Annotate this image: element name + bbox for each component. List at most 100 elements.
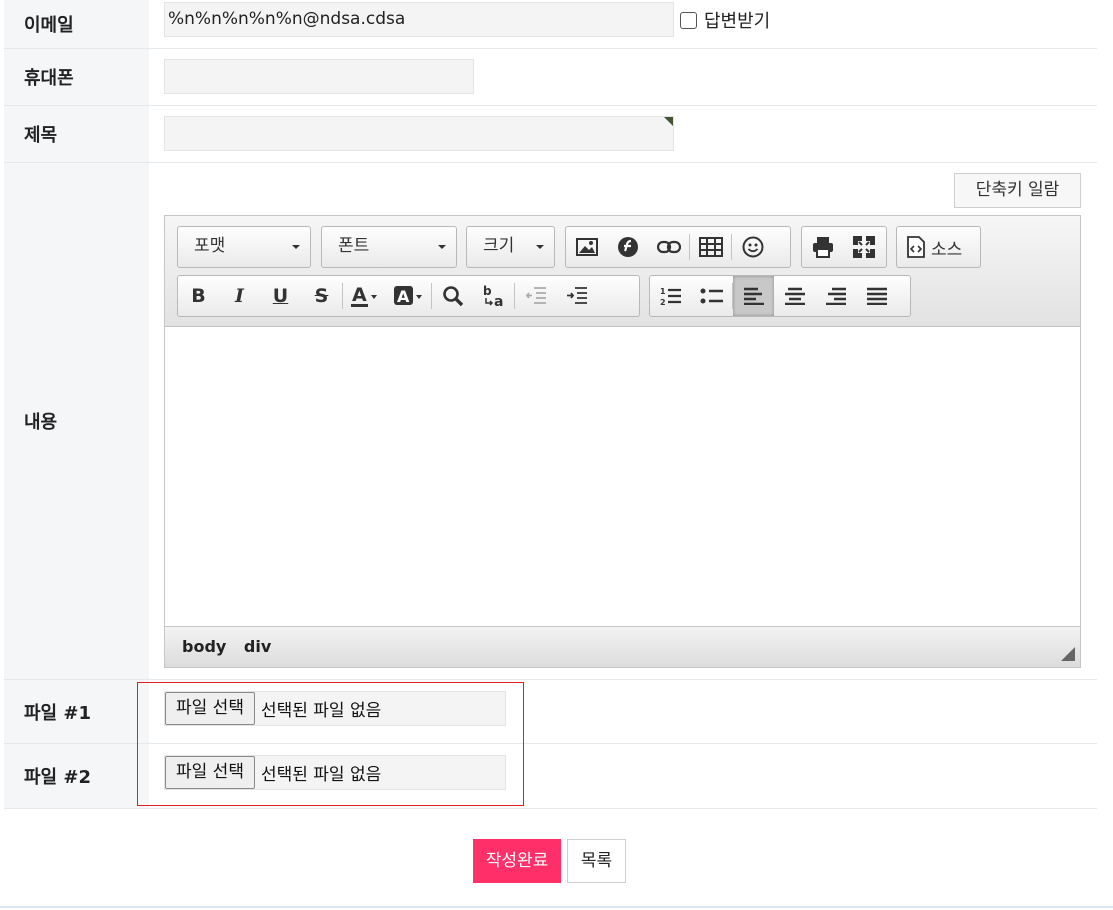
- editor-content-area[interactable]: [165, 327, 1080, 627]
- maximize-button[interactable]: [843, 227, 884, 267]
- justify-button[interactable]: [856, 276, 897, 316]
- smiley-button[interactable]: [732, 227, 773, 267]
- background-color-button[interactable]: A: [387, 276, 431, 316]
- reply-option[interactable]: 답변받기: [680, 7, 770, 33]
- insert-group: [565, 226, 791, 268]
- svg-text:1: 1: [660, 287, 666, 296]
- align-left-button[interactable]: [733, 276, 774, 316]
- numbered-list-icon: 12: [660, 287, 681, 306]
- link-icon: [656, 240, 681, 254]
- maximize-icon: [852, 236, 875, 258]
- strikethrough-button[interactable]: S: [301, 276, 342, 316]
- file2-row: 파일 #2 파일 선택 선택된 파일 없음: [4, 744, 1097, 809]
- flash-button[interactable]: [607, 227, 648, 267]
- align-center-button[interactable]: [774, 276, 815, 316]
- path-div[interactable]: div: [244, 637, 271, 656]
- text-color-icon: A: [351, 284, 377, 307]
- chevron-down-icon: [292, 245, 300, 249]
- justify-icon: [866, 287, 887, 305]
- print-button[interactable]: [802, 227, 843, 267]
- flash-icon: [617, 237, 638, 257]
- underline-icon: U: [272, 285, 289, 307]
- submit-button[interactable]: 작성완료: [473, 839, 561, 883]
- search-icon: [442, 286, 463, 307]
- underline-button[interactable]: U: [260, 276, 301, 316]
- svg-text:2: 2: [660, 298, 666, 306]
- email-label: 이메일: [4, 0, 149, 48]
- file1-choose-button[interactable]: 파일 선택: [165, 692, 255, 725]
- font-combo-label: 폰트: [338, 236, 370, 256]
- phone-label: 휴대폰: [4, 49, 149, 105]
- file1-label: 파일 #1: [4, 680, 149, 743]
- align-left-icon: [743, 287, 764, 305]
- phone-row: 휴대폰: [4, 49, 1097, 106]
- required-marker-icon: [664, 117, 673, 126]
- find-button[interactable]: [432, 276, 473, 316]
- smiley-icon: [742, 236, 763, 258]
- italic-icon: I: [235, 285, 244, 307]
- source-group[interactable]: 소스: [896, 226, 981, 268]
- editor-toolbar: 포맷 폰트 크기 소스 B I U S A A b a 1 2: [165, 216, 1080, 327]
- svg-text:b: b: [483, 284, 492, 298]
- text-color-button[interactable]: A: [343, 276, 387, 316]
- file2-choose-button[interactable]: 파일 선택: [165, 756, 255, 789]
- shortcut-list-button[interactable]: 단축키 일람: [954, 173, 1081, 208]
- font-combo[interactable]: 폰트: [321, 226, 457, 268]
- content-row: 내용 단축키 일람 포맷 폰트 크기 소스 B I U S A A b a 1 …: [4, 163, 1097, 680]
- resize-handle-icon[interactable]: [1061, 647, 1075, 661]
- italic-button[interactable]: I: [219, 276, 260, 316]
- file1-input[interactable]: 파일 선택 선택된 파일 없음: [164, 691, 506, 726]
- align-center-icon: [784, 287, 805, 305]
- reply-checkbox[interactable]: [680, 11, 697, 29]
- svg-text:a: a: [494, 294, 503, 308]
- strikethrough-icon: S: [314, 285, 329, 307]
- size-combo[interactable]: 크기: [466, 226, 555, 268]
- bold-button[interactable]: B: [178, 276, 219, 316]
- print-icon: [812, 237, 833, 258]
- file1-status: 선택된 파일 없음: [260, 701, 382, 721]
- svg-text:A: A: [397, 287, 410, 306]
- indent-button[interactable]: [556, 276, 597, 316]
- reply-label[interactable]: 답변받기: [704, 7, 770, 33]
- email-input[interactable]: %n%n%n%n%n@ndsa.cdsa: [164, 2, 674, 37]
- image-button[interactable]: [566, 227, 607, 267]
- list-align-group: 12: [649, 275, 911, 317]
- format-combo[interactable]: 포맷: [177, 226, 311, 268]
- size-combo-label: 크기: [483, 236, 515, 256]
- editor-status-path: body div: [165, 626, 1080, 667]
- email-row: 이메일 %n%n%n%n%n@ndsa.cdsa 답변받기: [4, 0, 1097, 49]
- background-color-icon: A: [394, 286, 422, 306]
- file1-row: 파일 #1 파일 선택 선택된 파일 없음: [4, 680, 1097, 744]
- file2-input[interactable]: 파일 선택 선택된 파일 없음: [164, 755, 506, 790]
- svg-text:A: A: [352, 284, 367, 306]
- list-button[interactable]: 목록: [567, 839, 626, 883]
- subject-row: 제목: [4, 106, 1097, 163]
- image-icon: [575, 238, 598, 256]
- numbered-list-button[interactable]: 12: [650, 276, 691, 316]
- outdent-button[interactable]: [515, 276, 556, 316]
- footer-divider: [0, 906, 1113, 908]
- file2-label: 파일 #2: [4, 744, 149, 808]
- align-right-icon: [825, 287, 846, 305]
- subject-label: 제목: [4, 106, 149, 162]
- link-button[interactable]: [648, 227, 689, 267]
- replace-button[interactable]: ba: [473, 276, 514, 316]
- style-group: B I U S A A b a: [177, 275, 640, 317]
- write-form: 이메일 %n%n%n%n%n@ndsa.cdsa 답변받기 휴대폰 제목 내용 …: [4, 0, 1097, 809]
- phone-input[interactable]: [164, 59, 474, 94]
- content-label: 내용: [4, 163, 149, 679]
- subject-input[interactable]: [164, 116, 674, 151]
- align-right-button[interactable]: [815, 276, 856, 316]
- file2-status: 선택된 파일 없음: [260, 765, 382, 785]
- chevron-down-icon: [536, 245, 544, 249]
- indent-icon: [566, 287, 587, 304]
- table-icon: [698, 237, 723, 257]
- bulleted-list-button[interactable]: [691, 276, 732, 316]
- table-button[interactable]: [690, 227, 731, 267]
- source-label: 소스: [931, 239, 963, 260]
- replace-icon: ba: [483, 284, 503, 308]
- rich-text-editor: 포맷 폰트 크기 소스 B I U S A A b a 1 2 body div: [164, 215, 1081, 668]
- chevron-down-icon: [438, 245, 446, 249]
- source-icon: [907, 236, 925, 258]
- path-body[interactable]: body: [182, 637, 226, 656]
